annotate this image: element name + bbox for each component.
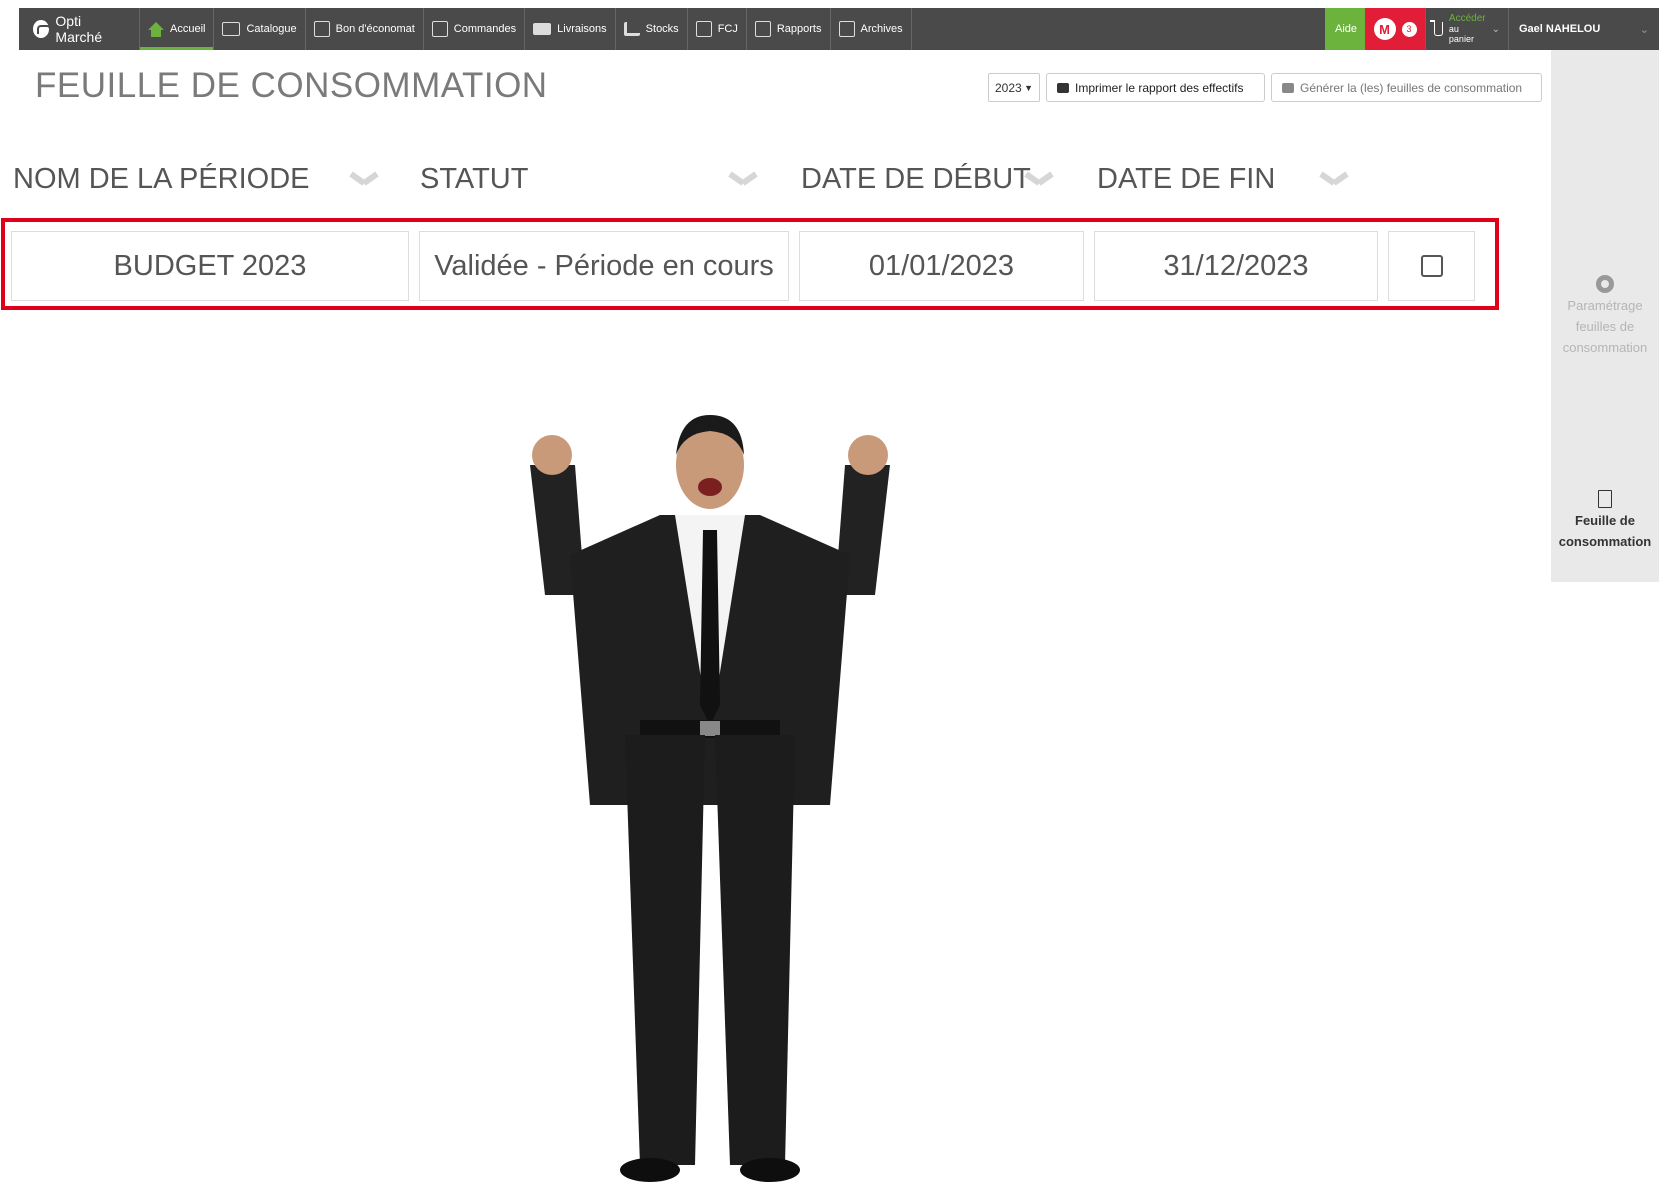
side-param-line3: consommation [1562, 340, 1648, 355]
user-name: Gael NAHELOU [1519, 23, 1601, 35]
nav-label: Stocks [645, 23, 679, 35]
chevron-down-icon: ⌄ [1491, 23, 1500, 35]
brand-logo[interactable]: Opti Marché [19, 8, 140, 50]
nav-stocks[interactable]: Stocks [616, 8, 688, 50]
forklift-icon [623, 22, 640, 36]
row-checkbox[interactable] [1420, 255, 1443, 277]
nav-label: Commandes [453, 23, 517, 35]
side-feuille-line1: Feuille de [1575, 513, 1635, 528]
cell-end-date[interactable]: 31/12/2023 [1094, 231, 1378, 301]
document-icon [1598, 490, 1612, 508]
optimarche-logo-icon [33, 20, 52, 38]
nav-label: Accueil [170, 23, 206, 35]
cell-period-name[interactable]: BUDGET 2023 [11, 231, 409, 301]
notification-count-badge: 3 [1401, 21, 1417, 37]
archive-icon [838, 21, 855, 37]
column-header-nom[interactable]: NOM DE LA PÉRIODE [13, 163, 310, 196]
side-param-line1: Paramétrage [1567, 298, 1643, 313]
sort-chevron-icon[interactable] [350, 170, 378, 186]
gear-icon [1596, 275, 1614, 293]
cart-label-line2: au panier [1448, 24, 1474, 44]
column-header-date-debut[interactable]: DATE DE DÉBUT [801, 163, 1031, 196]
generate-sheets-label: Générer la (les) feuilles de consommatio… [1300, 80, 1523, 95]
nav-label: FCJ [717, 23, 738, 35]
top-navbar: Opti Marché Accueil Catalogue Bon d'écon… [19, 8, 1659, 50]
nav-label: Livraisons [557, 23, 607, 35]
nav-label: Bon d'économat [335, 23, 415, 35]
chevron-down-icon: ⌄ [1639, 23, 1649, 36]
nav-rapports[interactable]: Rapports [747, 8, 831, 50]
brand-name: Opti Marché [55, 13, 103, 45]
nav-fcj[interactable]: FCJ [688, 8, 747, 50]
nav-livraisons[interactable]: Livraisons [525, 8, 616, 50]
year-select[interactable]: 2023 ▼ [988, 73, 1040, 102]
home-icon [148, 22, 164, 37]
cart-label: Accéder au panier [1448, 13, 1486, 45]
celebrating-businessman-image [530, 415, 890, 1182]
user-menu[interactable]: Gael NAHELOU ⌄ [1509, 8, 1659, 50]
print-report-label: Imprimer le rapport des effectifs [1075, 80, 1244, 95]
page-title: FEUILLE DE CONSOMMATION [35, 66, 548, 105]
printer-icon [1057, 82, 1069, 93]
page: Opti Marché Accueil Catalogue Bon d'écon… [0, 0, 1659, 1186]
document-icon [313, 21, 330, 37]
cart-button[interactable]: Accéder au panier ⌄ [1425, 8, 1509, 50]
side-item-feuille-consommation[interactable]: Feuille de consommation [1551, 490, 1659, 552]
side-feuille-line2: consommation [1558, 534, 1652, 549]
column-header-date-fin[interactable]: DATE DE FIN [1097, 163, 1275, 196]
row-checkbox-cell[interactable] [1388, 231, 1475, 301]
print-report-button[interactable]: Imprimer le rapport des effectifs [1046, 73, 1265, 102]
sort-chevron-icon[interactable] [1025, 170, 1053, 186]
nav-label: Catalogue [246, 23, 297, 35]
year-value: 2023 [995, 80, 1022, 95]
clipboard-icon [431, 21, 448, 37]
chart-icon [754, 21, 771, 37]
nav-commandes[interactable]: Commandes [424, 8, 526, 50]
report-icon [695, 21, 712, 37]
nav-accueil[interactable]: Accueil [140, 8, 215, 50]
printer-icon [1282, 82, 1294, 93]
toolbar: 2023 ▼ Imprimer le rapport des effectifs… [988, 73, 1542, 102]
side-item-parametrage[interactable]: Paramétrage feuilles de consommation [1551, 275, 1659, 358]
cart-label-line1: Accéder [1448, 13, 1486, 24]
cell-start-date[interactable]: 01/01/2023 [799, 231, 1084, 301]
side-param-line2: feuilles de [1575, 319, 1635, 334]
nav-archives[interactable]: Archives [831, 8, 912, 50]
chevron-down-icon: ▼ [1024, 82, 1033, 93]
nav-label: Rapports [776, 23, 822, 35]
help-button[interactable]: Aide [1325, 8, 1365, 50]
right-side-panel: Paramétrage feuilles de consommation Feu… [1551, 50, 1659, 582]
nav-label: Archives [860, 23, 903, 35]
book-icon [222, 22, 241, 36]
cell-status[interactable]: Validée - Période en cours [419, 231, 789, 301]
nav-catalogue[interactable]: Catalogue [214, 8, 306, 50]
m-logo-icon: M [1373, 18, 1396, 40]
sort-chevron-icon[interactable] [1320, 170, 1348, 186]
sort-chevron-icon[interactable] [729, 170, 757, 186]
nav-bon-economat[interactable]: Bon d'économat [306, 8, 424, 50]
column-header-statut[interactable]: STATUT [420, 163, 528, 196]
notifications-button[interactable]: M 3 [1365, 8, 1425, 50]
truck-icon [533, 23, 552, 35]
generate-sheets-button[interactable]: Générer la (les) feuilles de consommatio… [1271, 73, 1542, 102]
cart-icon [1430, 20, 1443, 36]
